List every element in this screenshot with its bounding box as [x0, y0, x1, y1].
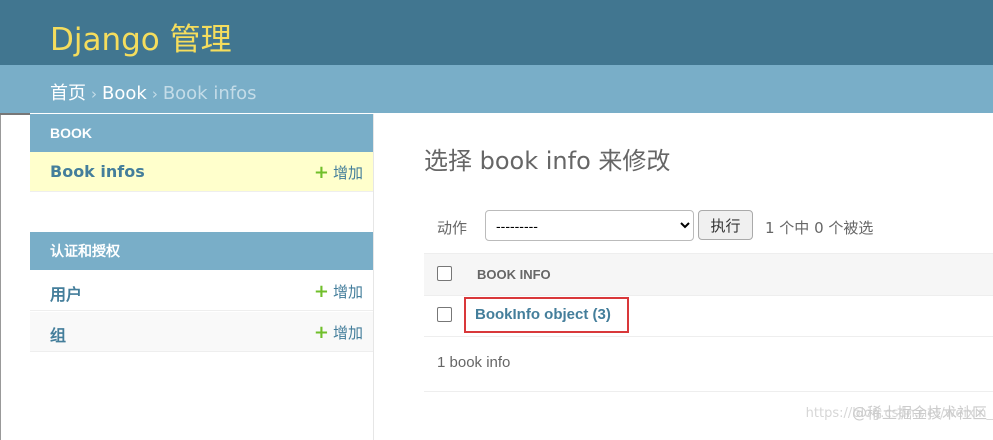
module-caption-auth[interactable]: 认证和授权 — [30, 232, 373, 270]
plus-icon: + — [313, 322, 329, 343]
breadcrumb-separator: › — [91, 85, 97, 103]
breadcrumb-home[interactable]: 首页 — [50, 83, 86, 104]
action-select[interactable]: --------- — [485, 210, 694, 241]
breadcrumb: 首页 › Book › Book infos — [0, 65, 993, 113]
result-count: 1 book info — [437, 354, 511, 371]
plus-icon: + — [313, 281, 329, 302]
selection-counter: 1 个中 0 个被选 — [765, 219, 874, 237]
sidebar-item-label[interactable]: Book infos — [50, 162, 145, 181]
main-content: 选择 book info 来修改 动作 --------- 执行 1 个中 0 … — [374, 113, 993, 440]
select-all-checkbox[interactable] — [437, 266, 452, 281]
breadcrumb-app[interactable]: Book — [102, 83, 147, 104]
app-sidebar: BOOK Book infos + 增加 认证和授权 用户 + 增加 组 + 增加 — [30, 114, 374, 440]
site-brand[interactable]: Django 管理 — [50, 14, 232, 59]
sidebar-edge — [0, 113, 1, 440]
site-header: Django 管理 — [0, 0, 993, 65]
table-row: BookInfo object (3) — [424, 295, 993, 337]
object-link[interactable]: BookInfo object (3) — [475, 306, 611, 323]
column-header-book-info[interactable]: BOOK INFO — [477, 267, 551, 282]
highlight-box: BookInfo object (3) — [464, 297, 629, 333]
sidebar-item-users[interactable]: 用户 + 增加 — [30, 271, 373, 311]
sidebar-item-label[interactable]: 用户 — [50, 281, 82, 305]
actions-bar: 动作 --------- 执行 1 个中 0 个被选 — [424, 209, 993, 243]
actions-label: 动作 — [437, 219, 468, 237]
add-group-link[interactable]: + 增加 — [314, 322, 363, 343]
breadcrumb-separator: › — [151, 85, 158, 103]
module-caption-book[interactable]: BOOK — [30, 114, 373, 152]
row-checkbox[interactable] — [437, 307, 452, 322]
sidebar-item-label[interactable]: 组 — [50, 322, 66, 346]
add-book-info-link[interactable]: + 增加 — [314, 162, 363, 183]
sidebar-edge-top — [0, 113, 30, 115]
paginator: 1 book info — [424, 337, 993, 392]
sidebar-item-groups[interactable]: 组 + 增加 — [30, 312, 373, 352]
plus-icon: + — [313, 162, 329, 183]
breadcrumb-current: Book infos — [162, 83, 257, 104]
watermark: @稀土掘金技术社区 — [851, 404, 987, 422]
run-action-button[interactable]: 执行 — [698, 210, 753, 240]
add-user-link[interactable]: + 增加 — [314, 281, 363, 302]
sidebar-item-book-infos[interactable]: Book infos + 增加 — [30, 152, 373, 192]
table-header: BOOK INFO — [424, 253, 993, 296]
page-title: 选择 book info 来修改 — [424, 147, 671, 175]
